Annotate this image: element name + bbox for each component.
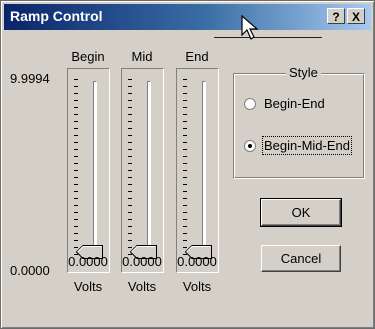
help-button[interactable]: ? [327, 8, 345, 24]
slider-track [93, 81, 97, 258]
end-slider[interactable] [176, 68, 219, 273]
title-bar[interactable]: Ramp Control ? X [4, 4, 371, 30]
radio-begin-end-circle[interactable] [244, 98, 256, 110]
slider-track [147, 81, 151, 258]
style-group-legend: Style [286, 65, 321, 80]
begin-value: 0.0000 [68, 254, 108, 269]
scale-max-label: 9.9994 [10, 71, 50, 86]
slider-ticks [74, 79, 78, 257]
slider-ticks [183, 79, 187, 257]
end-value: 0.0000 [177, 254, 217, 269]
slider-header-begin: Begin [71, 49, 105, 64]
radio-begin-mid-end-circle[interactable] [244, 140, 256, 152]
radio-begin-mid-end-label: Begin-Mid-End [262, 136, 352, 155]
slider-track [202, 81, 206, 258]
ok-button[interactable]: OK [260, 198, 342, 227]
slider-ticks [128, 79, 132, 257]
title-underline [214, 37, 322, 38]
scale-min-label: 0.0000 [10, 263, 50, 278]
begin-unit: Volts [73, 279, 103, 294]
end-unit: Volts [182, 279, 212, 294]
ramp-control-dialog: Ramp Control ? X 9.9994 0.0000 Begin Mid… [0, 0, 375, 329]
begin-slider[interactable] [67, 68, 110, 273]
close-button[interactable]: X [347, 8, 365, 24]
mouse-pointer-icon [241, 15, 259, 40]
mid-value: 0.0000 [122, 254, 162, 269]
style-groupbox: Style Begin-End Begin-Mid-End [233, 65, 365, 179]
mid-slider[interactable] [121, 68, 164, 273]
window-title: Ramp Control [10, 8, 103, 24]
slider-header-end: End [185, 49, 209, 64]
cancel-button[interactable]: Cancel [261, 245, 341, 272]
mid-unit: Volts [127, 279, 157, 294]
radio-begin-end-label: Begin-End [264, 96, 325, 111]
slider-header-mid: Mid [131, 49, 153, 64]
